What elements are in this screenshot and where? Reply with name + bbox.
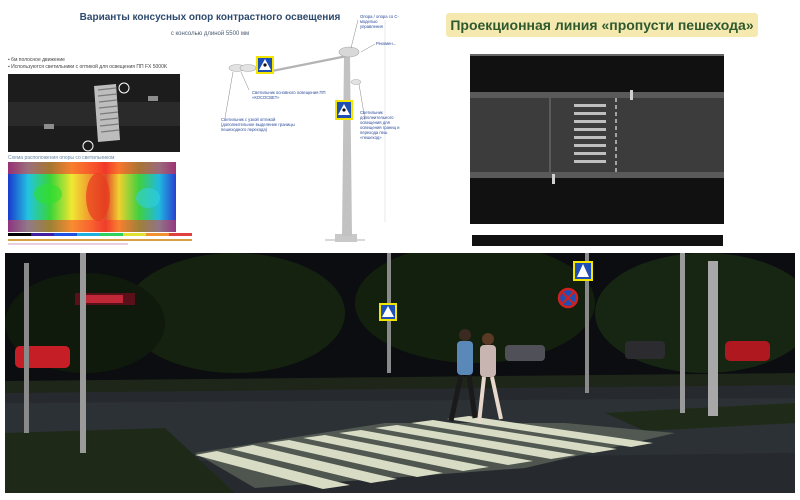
note-mid-right: Рекомен... <box>376 41 397 46</box>
light-pole <box>680 253 685 413</box>
night-crosswalk-photo <box>5 253 795 493</box>
parked-car <box>15 346 70 368</box>
projection-thermal-photo <box>470 54 724 224</box>
no-stopping-sign-icon <box>557 287 579 309</box>
poles-panel-bullets: ▪ 6м полосное движение ▪ Используются св… <box>8 57 167 71</box>
pedestrian-crossing-sign-icon <box>335 100 353 120</box>
light-pole <box>708 261 718 416</box>
bullet-item: ▪ Используются светильники с оптикой для… <box>8 64 168 70</box>
streetlight-icon <box>338 46 360 58</box>
light-pole <box>24 263 29 433</box>
pole-shaft <box>342 55 352 236</box>
note-center: Светильник основного освещения ПП «КОСОС… <box>252 90 326 100</box>
parked-car <box>725 341 770 361</box>
thermal-crossing-photo <box>8 74 180 152</box>
streetlight-icon <box>239 64 257 72</box>
pole-arm <box>266 54 348 74</box>
projection-panel-title: Проекционная линия «пропусти пешехода» <box>446 13 758 37</box>
heatmap-legend <box>8 233 192 245</box>
parked-car <box>505 345 545 361</box>
parked-car <box>625 341 665 359</box>
light-pole <box>80 253 86 453</box>
note-lower-left: Светильник с узкой оптикой (дополнительн… <box>221 117 295 132</box>
pedestrian-crossing-sign-icon <box>256 56 274 74</box>
pedestrian-crossing-sign-icon <box>379 303 397 321</box>
bullet-item: ▪ 6м полосное движение <box>8 57 65 63</box>
projection-photo-bar <box>472 235 723 246</box>
pedestrian-crossing-sign-icon <box>573 261 593 281</box>
note-top-right: Опора / опора со С-моделью управления <box>360 14 399 29</box>
illuminance-heatmap <box>8 162 176 232</box>
note-lower-right: Светильник дополнительного освещения для… <box>360 110 400 140</box>
heatmap-caption: Схема расположения опоры со светильником <box>8 155 115 161</box>
